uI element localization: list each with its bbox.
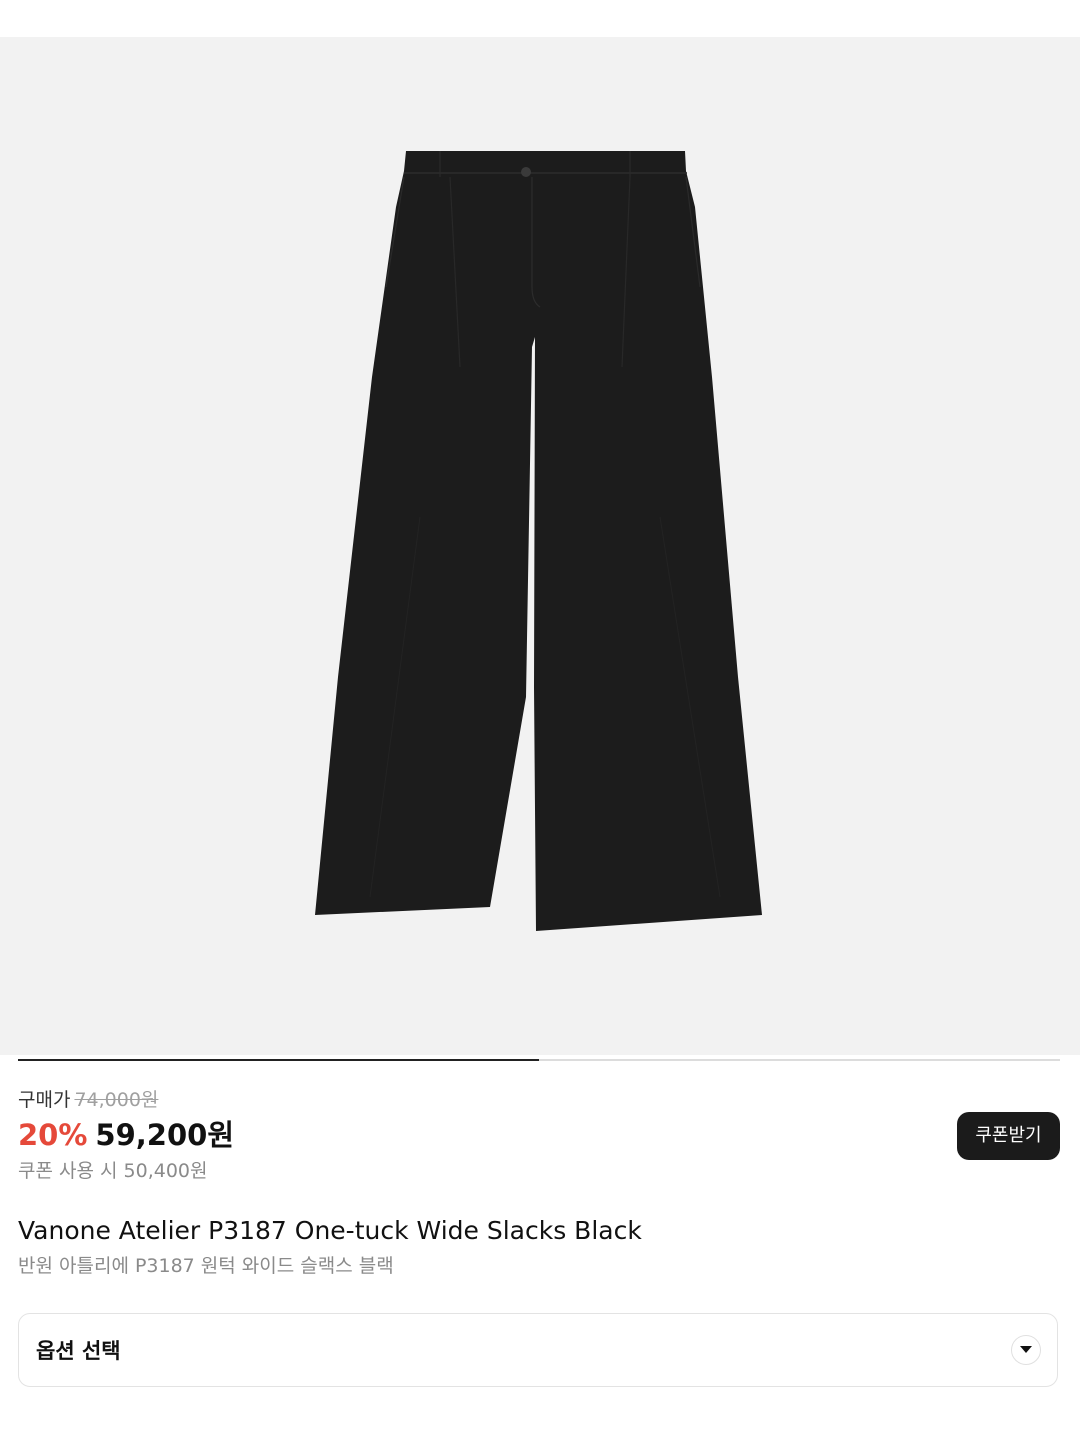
product-name: Vanone Atelier P3187 One-tuck Wide Slack… [18,1216,642,1245]
price-label-row: 구매가 74,000원 [18,1086,158,1114]
product-detail-page: 구매가 74,000원 20% 59,200원 쿠폰 사용 시 50,400원 쿠폰… [0,0,1080,1440]
original-price: 74,000원 [74,1089,159,1111]
chevron-down-icon[interactable] [1011,1335,1041,1365]
sale-price: 59,200원 [95,1118,235,1152]
sale-price-row: 20% 59,200원 [18,1114,234,1156]
price-label: 구매가 [18,1089,71,1111]
get-coupon-button[interactable]: 쿠폰받기 [957,1112,1060,1160]
discount-rate: 20% [18,1118,88,1152]
coupon-price: 쿠폰 사용 시 50,400원 [18,1160,208,1182]
product-image-gallery[interactable] [0,37,1080,1061]
option-select-dropdown[interactable]: 옵션 선택 [18,1313,1058,1387]
product-image [315,151,762,931]
image-slider-progress [18,1059,539,1061]
option-select-label: 옵션 선택 [36,1339,121,1363]
product-name-korean: 반원 아틀리에 P3187 원턱 와이드 슬랙스 블랙 [18,1255,394,1277]
